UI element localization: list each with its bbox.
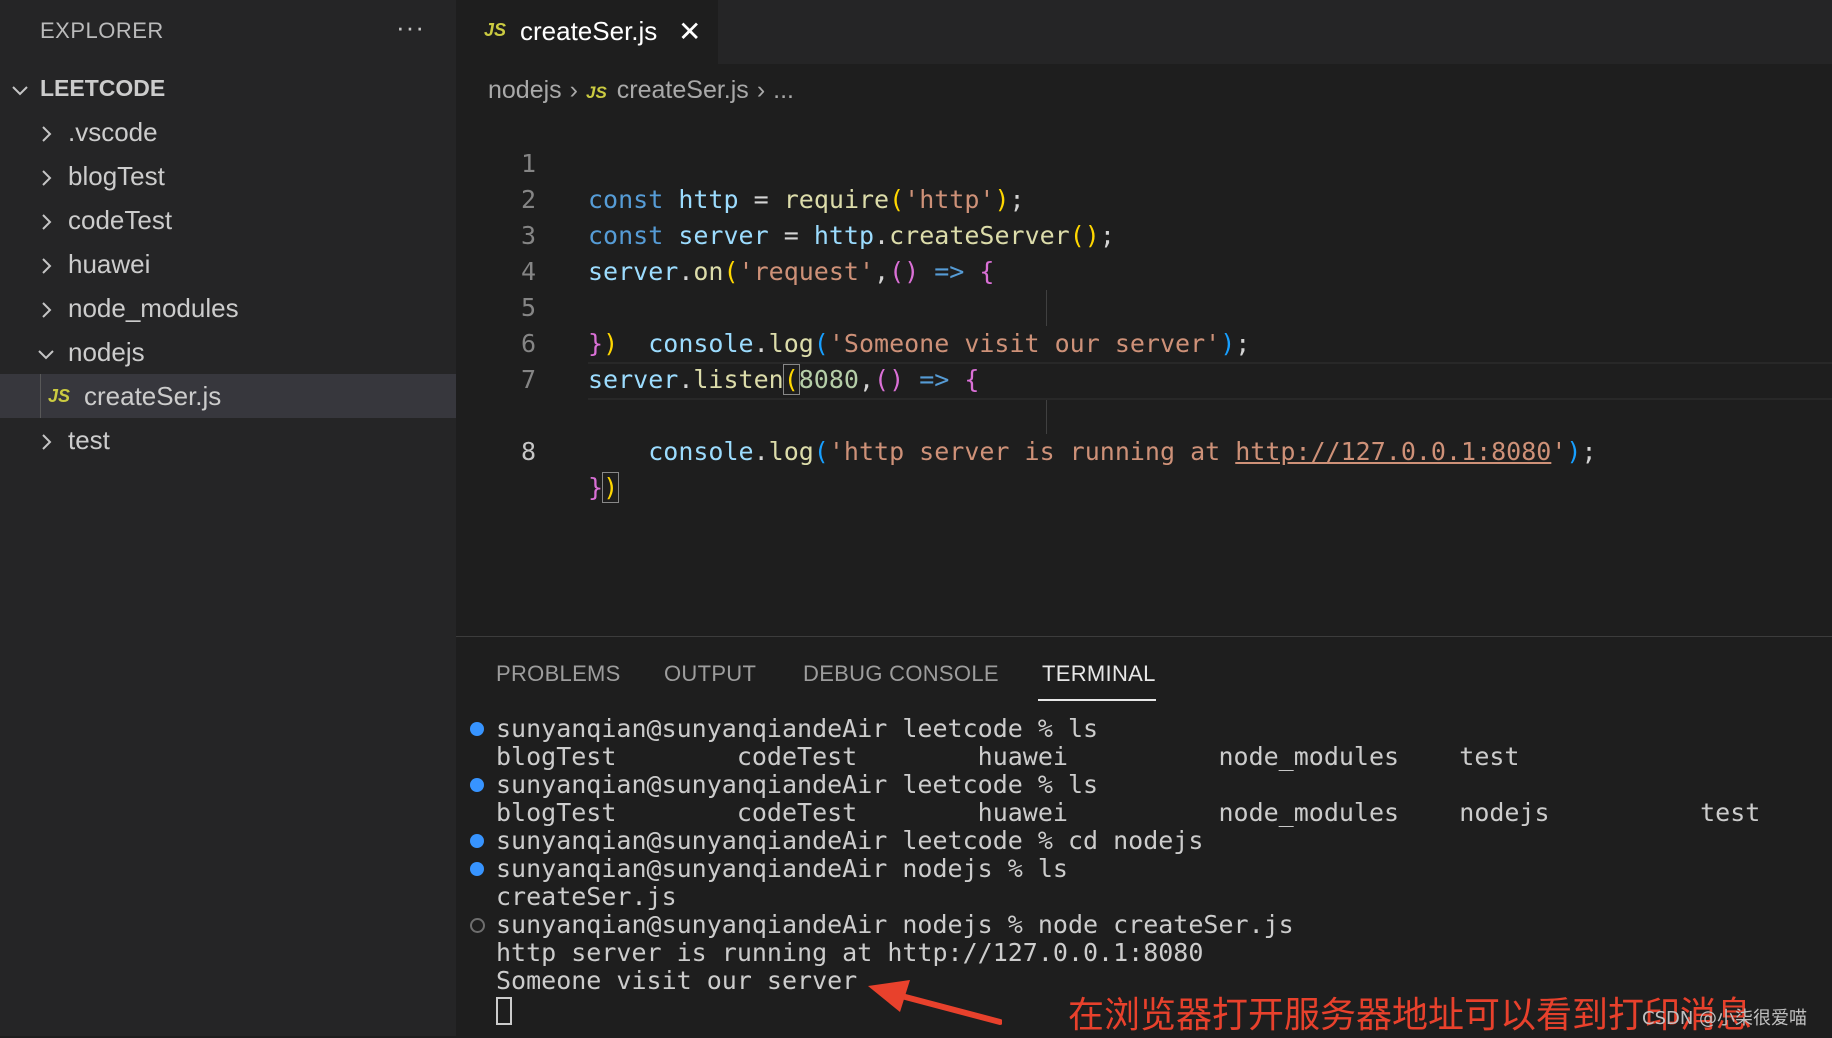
- command-status-dot: [470, 834, 484, 848]
- tree-item-vscode[interactable]: .vscode: [0, 110, 456, 154]
- code-text: console.log('http server is running at h…: [648, 437, 1597, 466]
- command-status-dot: [470, 778, 484, 792]
- code-text: }): [588, 472, 620, 503]
- tab-debug-console[interactable]: DEBUG CONSOLE: [803, 661, 999, 687]
- tree-item-label: test: [68, 425, 110, 455]
- explorer-title: EXPLORER: [40, 18, 164, 43]
- js-file-icon: JS: [48, 386, 71, 406]
- tree-item-nodejs[interactable]: nodejs: [0, 330, 456, 374]
- command-status-dot: [470, 722, 484, 736]
- annotation-arrow-icon: [868, 980, 1002, 1025]
- tree-item-test[interactable]: test: [0, 418, 456, 462]
- code-line: 4 console.log('Someone visit our server'…: [456, 218, 1832, 358]
- tree-item-codetest[interactable]: codeTest: [0, 198, 456, 242]
- chevron-right-icon: ›: [569, 76, 578, 104]
- tree-item-label: .vscode: [68, 117, 158, 147]
- tab-problems[interactable]: PROBLEMS: [496, 661, 621, 687]
- chevron-right-icon: [36, 242, 56, 286]
- indent-guide: [40, 374, 41, 418]
- tab-createser[interactable]: JS createSer.js ✕: [456, 0, 718, 64]
- tab-output[interactable]: OUTPUT: [664, 661, 756, 687]
- js-file-icon: JS: [586, 83, 607, 102]
- tree-item-createser[interactable]: JS createSer.js: [0, 374, 456, 418]
- line-number: 8: [520, 437, 536, 466]
- terminal-line: sunyanqian@sunyanqiandeAir nodejs % ls: [496, 854, 1068, 883]
- tree-item-label: node_modules: [68, 293, 239, 323]
- terminal-line: sunyanqian@sunyanqiandeAir leetcode % ls: [496, 714, 1099, 743]
- bottom-panel: PROBLEMS OUTPUT DEBUG CONSOLE TERMINAL s…: [456, 636, 1832, 1037]
- tab-title: createSer.js: [520, 16, 658, 46]
- terminal-cursor: [496, 997, 512, 1025]
- editor-tab-bar: JS createSer.js ✕: [456, 0, 1832, 64]
- breadcrumb-file[interactable]: createSer.js: [617, 72, 749, 108]
- terminal-line: sunyanqian@sunyanqiandeAir leetcode % cd…: [496, 826, 1204, 855]
- chevron-right-icon: [36, 154, 56, 198]
- close-icon[interactable]: ✕: [678, 18, 701, 46]
- code-line: 7 console.log('http server is running at…: [456, 326, 1832, 466]
- indent-guide: [1046, 398, 1047, 434]
- chevron-down-icon: [10, 66, 30, 110]
- watermark: CSDN @小柒很爱喵: [1642, 1008, 1808, 1029]
- tree-item-label: createSer.js: [84, 381, 222, 411]
- terminal-line: Someone visit our server: [496, 966, 858, 995]
- chevron-right-icon: [36, 198, 56, 242]
- code-line-current: 8 }): [456, 362, 1832, 503]
- workspace-root[interactable]: LEETCODE: [0, 66, 456, 110]
- more-actions-icon[interactable]: ···: [396, 12, 425, 43]
- tree-item-label: codeTest: [68, 205, 173, 235]
- terminal-line: sunyanqian@sunyanqiandeAir leetcode % ls: [496, 770, 1099, 799]
- tree-item-huawei[interactable]: huawei: [0, 242, 456, 286]
- breadcrumb-folder[interactable]: nodejs: [488, 72, 562, 108]
- chevron-down-icon: [36, 330, 56, 374]
- code-line: 2 const server = http.createServer();: [456, 146, 1832, 250]
- code-editor[interactable]: 1 const http = require('http'); 2 const …: [456, 110, 1832, 630]
- js-file-icon: JS: [484, 20, 507, 40]
- terminal-line: blogTest codeTest huawei node_modules te…: [496, 742, 1520, 771]
- command-status-dot-running: [470, 918, 485, 933]
- current-line-highlight: [588, 362, 1832, 400]
- code-line: 1 const http = require('http');: [456, 110, 1832, 214]
- code-line: 5 }): [456, 254, 1832, 358]
- tree-item-label: blogTest: [68, 161, 165, 191]
- chevron-right-icon: ›: [756, 76, 766, 104]
- terminal-line: http server is running at http://127.0.0…: [496, 938, 1204, 967]
- code-line: 6 server.listen(8080,() => {: [456, 290, 1832, 395]
- tree-item-node-modules[interactable]: node_modules: [0, 286, 456, 330]
- workspace-root-label: LEETCODE: [40, 75, 166, 101]
- terminal-line: blogTest codeTest huawei node_modules no…: [496, 798, 1761, 827]
- explorer-sidebar: EXPLORER ··· LEETCODE .vscode blogTest c…: [0, 0, 456, 1036]
- code-line: 3 server.on('request',() => {: [456, 182, 1832, 286]
- tree-item-blogtest[interactable]: blogTest: [0, 154, 456, 198]
- terminal-line: createSer.js: [496, 882, 677, 911]
- breadcrumb-more[interactable]: ...: [773, 72, 794, 108]
- terminal-line: sunyanqian@sunyanqiandeAir nodejs % node…: [496, 910, 1294, 939]
- tree-item-label: huawei: [68, 249, 151, 279]
- chevron-right-icon: [36, 286, 56, 330]
- command-status-dot: [470, 862, 484, 876]
- breadcrumb: nodejs › JS createSer.js ›...: [488, 72, 794, 108]
- chevron-right-icon: [36, 418, 56, 462]
- file-tree: LEETCODE .vscode blogTest codeTest huawe…: [0, 66, 456, 462]
- tree-item-label: nodejs: [68, 337, 145, 367]
- chevron-right-icon: [36, 110, 56, 154]
- tab-terminal[interactable]: TERMINAL: [1042, 661, 1156, 687]
- active-tab-indicator: [1038, 699, 1156, 701]
